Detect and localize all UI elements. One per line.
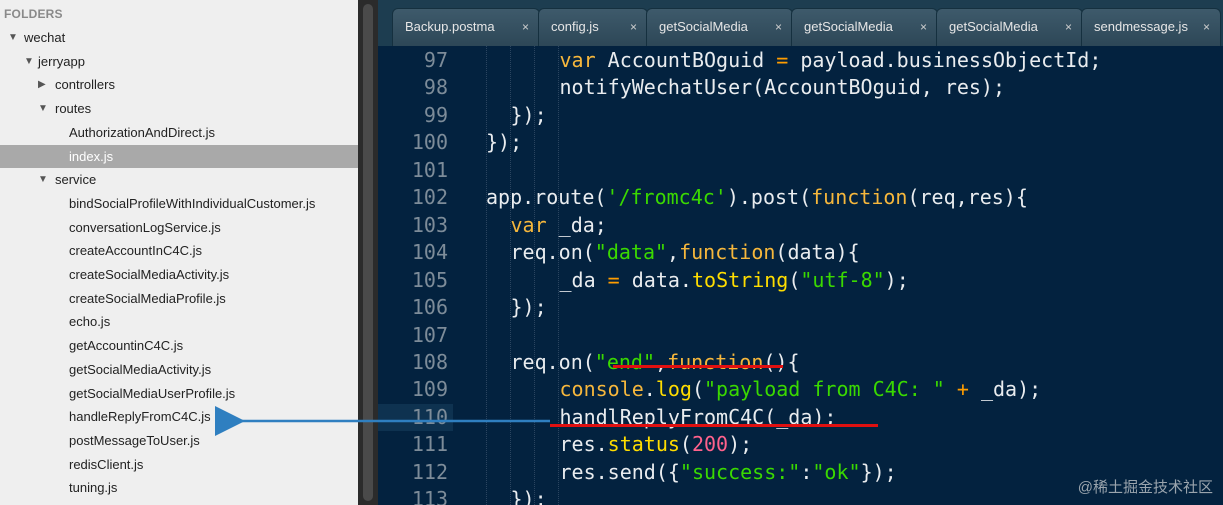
annotation-arrow — [215, 406, 550, 436]
watermark: @稀土掘金技术社区 — [1077, 479, 1213, 496]
